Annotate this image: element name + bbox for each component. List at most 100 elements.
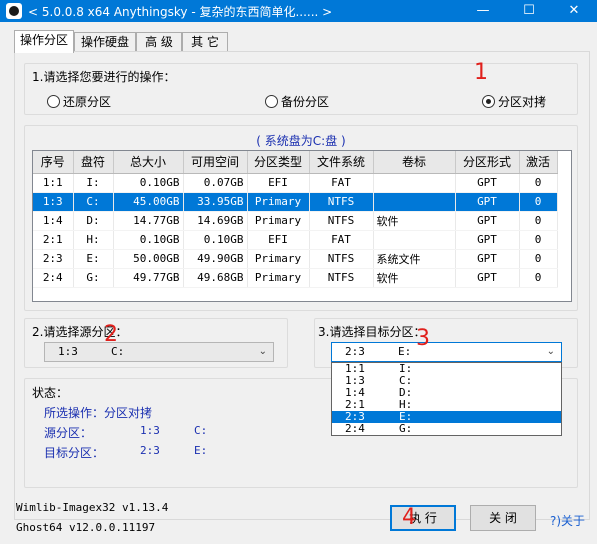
dropdown-option[interactable]: 1:1 I:: [332, 363, 561, 375]
minimize-button[interactable]: —: [460, 0, 506, 22]
cell-free: 49.90GB: [183, 249, 248, 269]
execute-button[interactable]: 执 行: [390, 505, 456, 531]
cell-fs: NTFS: [309, 211, 374, 231]
close-window-button[interactable]: ✕: [551, 0, 597, 22]
table-row[interactable]: 1:1 I: 0.10GB 0.07GB EFI FAT GPT 0: [33, 173, 558, 193]
cell-free: 49.68GB: [183, 268, 248, 288]
col-style[interactable]: 分区形式: [455, 151, 520, 174]
maximize-button[interactable]: ☐: [506, 0, 552, 22]
wimlib-version: Wimlib-Imagex32 v1.13.4: [16, 501, 169, 514]
target-value-drive: E:: [398, 345, 412, 358]
target-dropdown-list[interactable]: 1:1 I: 1:3 C: 1:4 D: 2:1 H: 2:3 E: 2:4 G:: [331, 362, 562, 436]
cell-free: 33.95GB: [183, 192, 248, 212]
cell-fs: NTFS: [309, 192, 374, 212]
col-fs[interactable]: 文件系统: [309, 151, 374, 174]
table-row[interactable]: 2:1 H: 0.10GB 0.10GB EFI FAT GPT 0: [33, 230, 558, 250]
annotation-1: 1: [474, 60, 488, 85]
cell-ptype: Primary: [247, 249, 310, 269]
cell-ptype: Primary: [247, 268, 310, 288]
status-target: 目标分区： 2:3 E:: [44, 444, 208, 460]
option-drive: G:: [399, 422, 413, 435]
partition-table[interactable]: 序号 盘符 总大小 可用空间 分区类型 文件系统 卷标 分区形式 激活 1:1 I…: [32, 150, 572, 302]
source-partition-select[interactable]: 1:3 C: ⌄: [44, 342, 274, 362]
cell-total: 14.77GB: [113, 211, 184, 231]
cell-active: 0: [519, 173, 558, 193]
cell-active: 0: [519, 230, 558, 250]
tab-operate-partition[interactable]: 操作分区: [14, 30, 74, 53]
about-link[interactable]: ?)关于: [550, 512, 585, 529]
cell-label: 软件: [373, 268, 456, 288]
tab-operate-disk[interactable]: 操作硬盘: [74, 32, 136, 52]
cell-style: GPT: [455, 211, 520, 231]
cell-ptype: Primary: [247, 192, 310, 212]
annotation-4: 4: [402, 505, 416, 530]
radio-restore-partition[interactable]: 还原分区: [47, 93, 111, 110]
cell-drive: H:: [73, 230, 114, 250]
table-row[interactable]: 2:3 E: 50.00GB 49.90GB Primary NTFS 系统文件 GPT 0: [33, 249, 558, 269]
cell-style: GPT: [455, 230, 520, 250]
cell-total: 50.00GB: [113, 249, 184, 269]
cell-style: GPT: [455, 268, 520, 288]
cell-fs: NTFS: [309, 268, 374, 288]
col-drive[interactable]: 盘符: [73, 151, 114, 174]
table-header: 序号 盘符 总大小 可用空间 分区类型 文件系统 卷标 分区形式 激活: [33, 151, 558, 174]
cell-idx: 2:4: [33, 268, 74, 288]
chevron-down-icon: ⌄: [546, 346, 555, 357]
status-source: 源分区： 1:3 C:: [44, 424, 208, 440]
cell-idx: 2:1: [33, 230, 74, 250]
dropdown-option[interactable]: 1:4 D:: [332, 387, 561, 399]
app-logo-icon: [6, 3, 22, 19]
cell-free: 0.07GB: [183, 173, 248, 193]
system-disk-title: ( 系统盘为C:盘 ): [256, 134, 346, 148]
cell-fs: FAT: [309, 173, 374, 193]
col-total[interactable]: 总大小: [113, 151, 184, 174]
tab-other[interactable]: 其 它: [182, 32, 228, 52]
dropdown-option[interactable]: 2:1 H:: [332, 399, 561, 411]
radio-dot: [47, 95, 60, 108]
radio-backup-partition[interactable]: 备份分区: [265, 93, 329, 110]
dropdown-option[interactable]: 1:3 C:: [332, 375, 561, 387]
cell-label: 软件: [373, 211, 456, 231]
cell-style: GPT: [455, 249, 520, 269]
cell-drive: C:: [73, 192, 114, 212]
close-button[interactable]: 关 闭: [470, 505, 536, 531]
dropdown-option[interactable]: 2:4 G:: [332, 423, 561, 435]
col-free[interactable]: 可用空间: [183, 151, 248, 174]
target-value-index: 2:3: [345, 345, 365, 358]
source-value-index: 1:3: [58, 345, 78, 358]
cell-active: 0: [519, 249, 558, 269]
table-row[interactable]: 2:4 G: 49.77GB 49.68GB Primary NTFS 软件 GPT 0: [33, 268, 558, 288]
cell-ptype: EFI: [247, 173, 310, 193]
table-row[interactable]: 1:3 C: 45.00GB 33.95GB Primary NTFS GPT 0: [33, 192, 558, 212]
col-active[interactable]: 激活: [519, 151, 558, 174]
table-row[interactable]: 1:4 D: 14.77GB 14.69GB Primary NTFS 软件 GPT 0: [33, 211, 558, 231]
target-partition-select[interactable]: 2:3 E: ⌄: [331, 342, 562, 362]
cell-active: 0: [519, 211, 558, 231]
cell-idx: 1:3: [33, 192, 74, 212]
cell-total: 49.77GB: [113, 268, 184, 288]
cell-style: GPT: [455, 192, 520, 212]
tab-advanced[interactable]: 高 级: [136, 32, 182, 52]
radio-dot-checked: [482, 95, 495, 108]
cell-idx: 2:3: [33, 249, 74, 269]
status-operation: 所选操作：分区对拷: [44, 406, 153, 420]
cell-active: 0: [519, 268, 558, 288]
cell-label: [373, 230, 456, 250]
col-ptype[interactable]: 分区类型: [247, 151, 310, 174]
chevron-down-icon: ⌄: [258, 346, 267, 357]
col-index[interactable]: 序号: [33, 151, 74, 174]
radio-dot: [265, 95, 278, 108]
col-label[interactable]: 卷标: [373, 151, 456, 174]
ghost-version: Ghost64 v12.0.0.11197: [16, 521, 156, 534]
cell-total: 0.10GB: [113, 230, 184, 250]
radio-copy-partition[interactable]: 分区对拷: [482, 93, 546, 110]
cell-active: 0: [519, 192, 558, 212]
operation-prompt: 1.请选择您要进行的操作：: [30, 68, 178, 85]
cell-drive: D:: [73, 211, 114, 231]
cell-label: 系统文件: [373, 249, 456, 269]
dropdown-option[interactable]: 2:3 E:: [332, 411, 561, 423]
target-prompt: 3.请选择目标分区：: [316, 323, 428, 340]
cell-fs: NTFS: [309, 249, 374, 269]
cell-idx: 1:4: [33, 211, 74, 231]
cell-drive: I:: [73, 173, 114, 193]
